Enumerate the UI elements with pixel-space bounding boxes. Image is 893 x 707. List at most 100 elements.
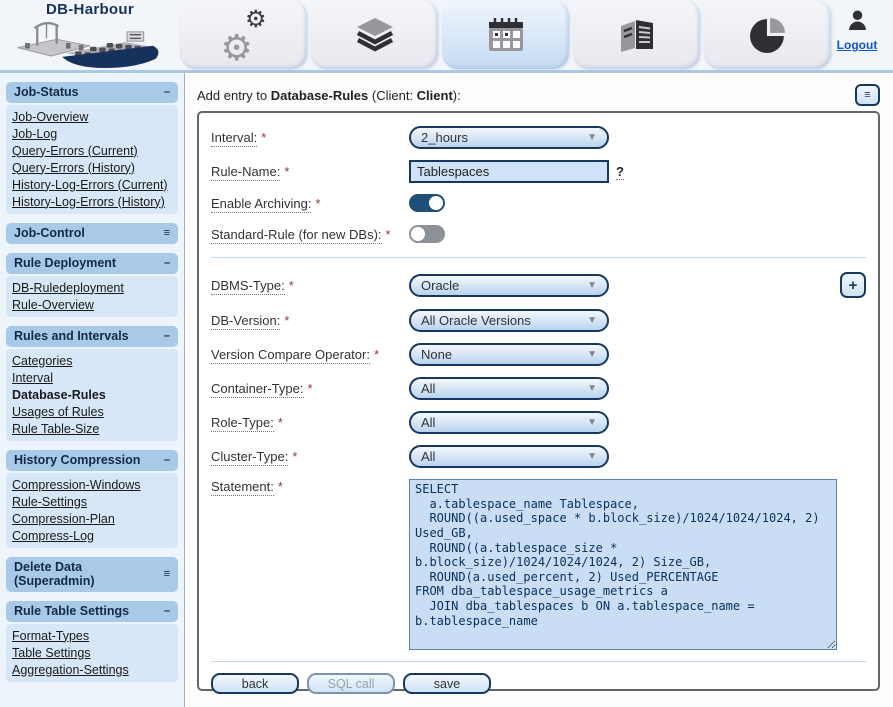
save-button[interactable]: save: [403, 673, 491, 694]
sidebar-item-history-log-errors-history[interactable]: History-Log-Errors (History): [10, 193, 174, 210]
back-button[interactable]: back: [211, 673, 299, 694]
chevron-down-icon: ▼: [587, 315, 597, 326]
layers-icon: [355, 18, 395, 52]
collapse-icon[interactable]: –: [164, 86, 170, 98]
section-header-delete-data[interactable]: Delete Data (Superadmin) ≡: [6, 557, 178, 592]
required-marker: *: [289, 278, 294, 293]
db-version-selected-value: All Oracle Versions: [421, 313, 531, 328]
collapse-icon[interactable]: –: [164, 257, 170, 269]
sidebar-item-query-errors-history[interactable]: Query-Errors (History): [10, 159, 174, 176]
version-compare-operator-select[interactable]: None ▼: [409, 343, 609, 366]
role-type-select[interactable]: All ▼: [409, 411, 609, 434]
tab-reports[interactable]: [704, 0, 831, 69]
sidebar-item-job-overview[interactable]: Job-Overview: [10, 108, 174, 125]
field-label: Version Compare Operator:*: [211, 347, 409, 362]
sidebar-item-compress-log[interactable]: Compress-Log: [10, 527, 174, 544]
section-body: Format-Types Table Settings Aggregation-…: [6, 624, 178, 682]
collapse-icon[interactable]: –: [164, 454, 170, 466]
collapse-icon[interactable]: –: [164, 605, 170, 617]
interval-select[interactable]: 2_hours ▼: [409, 126, 609, 149]
field-label: Rule-Name:*: [211, 164, 409, 179]
form-menu-button[interactable]: ≡: [855, 84, 880, 106]
top-tabs: ⚙ ⚙: [180, 0, 831, 70]
version-compare-operator-label: Version Compare Operator:: [211, 347, 370, 364]
sidebar-item-aggregation-settings[interactable]: Aggregation-Settings: [10, 661, 174, 678]
cluster-type-label: Cluster-Type:: [211, 449, 288, 466]
required-marker: *: [261, 130, 266, 145]
field-row-enable-archiving: Enable Archiving:*: [211, 194, 866, 212]
sidebar-item-job-log[interactable]: Job-Log: [10, 125, 174, 142]
sidebar-item-compression-plan[interactable]: Compression-Plan: [10, 510, 174, 527]
db-version-label: DB-Version:: [211, 313, 280, 330]
section-title: Rule Deployment: [14, 256, 116, 270]
chevron-down-icon: ▼: [587, 132, 597, 143]
logout-area: Logout: [829, 10, 885, 54]
section-header-rules-and-intervals[interactable]: Rules and Intervals –: [6, 326, 178, 347]
sidebar-section-job-control: Job-Control ≡: [6, 223, 178, 244]
db-version-select[interactable]: All Oracle Versions ▼: [409, 309, 609, 332]
help-icon[interactable]: ?: [616, 164, 624, 180]
tab-layers[interactable]: [311, 0, 438, 69]
sidebar-item-format-types[interactable]: Format-Types: [10, 627, 174, 644]
sidebar-item-usages-of-rules[interactable]: Usages of Rules: [10, 403, 174, 420]
chevron-down-icon: ▼: [587, 383, 597, 394]
section-title: Rules and Intervals: [14, 329, 129, 343]
enable-archiving-toggle[interactable]: [409, 194, 445, 212]
field-row-version-compare-operator: Version Compare Operator:* None ▼: [211, 343, 866, 366]
tab-scheduler[interactable]: [442, 0, 569, 69]
standard-rule-toggle[interactable]: [409, 225, 445, 243]
section-header-job-status[interactable]: Job-Status –: [6, 82, 178, 103]
container-type-select[interactable]: All ▼: [409, 377, 609, 400]
page-title-suffix: ):: [453, 88, 461, 103]
chevron-down-icon: ▼: [587, 349, 597, 360]
sidebar-item-rule-settings[interactable]: Rule-Settings: [10, 493, 174, 510]
user-icon: [848, 10, 867, 31]
expand-icon[interactable]: ≡: [164, 568, 170, 580]
section-header-job-control[interactable]: Job-Control ≡: [6, 223, 178, 244]
required-marker: *: [284, 164, 289, 179]
field-row-rule-name: Rule-Name:* ?: [211, 160, 866, 183]
chevron-down-icon: ▼: [587, 280, 597, 291]
page-title-entity: Database-Rules: [271, 88, 369, 103]
rule-name-input[interactable]: [409, 160, 609, 183]
add-rule-block-button[interactable]: +: [840, 272, 866, 298]
sidebar-item-categories[interactable]: Categories: [10, 352, 174, 369]
collapse-icon[interactable]: –: [164, 330, 170, 342]
app-logo: DB-Harbour: [4, 1, 176, 69]
role-type-label: Role-Type:: [211, 415, 274, 432]
sidebar-item-query-errors-current[interactable]: Query-Errors (Current): [10, 142, 174, 159]
field-label: Enable Archiving:*: [211, 196, 409, 211]
sidebar-item-rule-table-size[interactable]: Rule Table-Size: [10, 420, 174, 437]
sidebar-item-compression-windows[interactable]: Compression-Windows: [10, 476, 174, 493]
sidebar-item-database-rules[interactable]: Database-Rules: [10, 386, 174, 403]
sidebar-item-rule-overview[interactable]: Rule-Overview: [10, 296, 174, 313]
section-header-rule-table-settings[interactable]: Rule Table Settings –: [6, 601, 178, 622]
section-header-history-compression[interactable]: History Compression –: [6, 450, 178, 471]
field-label: Role-Type:*: [211, 415, 409, 430]
form-actions: back SQL call save: [211, 661, 866, 694]
add-entry-form: Interval:* 2_hours ▼ Rule-Name:* ? Enabl…: [197, 111, 880, 691]
field-label: Statement:*: [211, 479, 409, 494]
logout-link[interactable]: Logout: [837, 38, 878, 52]
calendar-icon: [488, 18, 524, 52]
dbms-type-select[interactable]: Oracle ▼: [409, 274, 609, 297]
sql-call-button[interactable]: SQL call: [307, 673, 395, 694]
sidebar-item-history-log-errors-current[interactable]: History-Log-Errors (Current): [10, 176, 174, 193]
section-body: Categories Interval Database-Rules Usage…: [6, 349, 178, 441]
sidebar-item-table-settings[interactable]: Table Settings: [10, 644, 174, 661]
cluster-type-select[interactable]: All ▼: [409, 445, 609, 468]
sidebar-item-interval[interactable]: Interval: [10, 369, 174, 386]
tab-journal[interactable]: [573, 0, 700, 69]
sidebar-item-db-ruledeployment[interactable]: DB-Ruledeployment: [10, 279, 174, 296]
tab-settings[interactable]: ⚙ ⚙: [180, 0, 307, 69]
container-type-selected-value: All: [421, 381, 435, 396]
dbms-type-selected-value: Oracle: [421, 278, 459, 293]
statement-textarea[interactable]: SELECT a.tablespace_name Tablespace, ROU…: [409, 479, 837, 650]
page-title-client: Client: [417, 88, 453, 103]
enable-archiving-label: Enable Archiving:: [211, 196, 311, 213]
main-header: Add entry to Database-Rules (Client: Cli…: [197, 84, 880, 106]
section-header-rule-deployment[interactable]: Rule Deployment –: [6, 253, 178, 274]
interval-selected-value: 2_hours: [421, 130, 468, 145]
expand-icon[interactable]: ≡: [164, 227, 170, 239]
dbms-type-label: DBMS-Type:: [211, 278, 285, 295]
